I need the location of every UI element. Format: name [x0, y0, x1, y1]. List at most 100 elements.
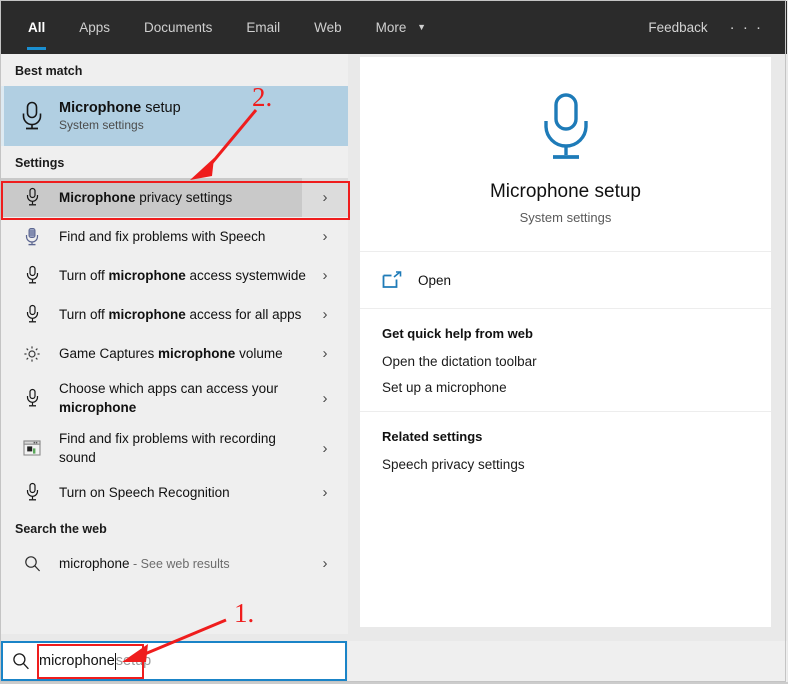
result-label-bold: microphone — [158, 346, 236, 361]
chevron-right-icon[interactable]: › — [302, 334, 348, 373]
chevron-right-icon[interactable]: › — [302, 373, 348, 423]
tab-all-label: All — [28, 20, 46, 35]
choose-apps-mic-access-row[interactable]: Choose which apps can access your microp… — [1, 373, 348, 423]
tab-documents[interactable]: Documents — [127, 1, 229, 54]
microphone-icon-large — [360, 91, 771, 163]
related-settings-section: Related settings Speech privacy settings — [360, 412, 771, 488]
preview-pane: Microphone setup System settings Open Ge… — [360, 57, 771, 627]
best-match-section-label: Best match — [15, 64, 83, 78]
results-pane: Best match Microphone setup System setti… — [1, 54, 348, 634]
best-match-subtitle: System settings — [59, 118, 144, 132]
header-actions: Feedback · · · — [636, 1, 777, 54]
best-match-title-rest: setup — [141, 100, 181, 116]
open-action-label: Open — [418, 272, 452, 288]
tab-more-label: More — [375, 20, 407, 35]
turn-off-mic-all-apps-row[interactable]: Turn off microphone access for all apps … — [1, 295, 348, 334]
tab-apps-label: Apps — [79, 20, 111, 35]
chevron-right-icon[interactable]: › — [302, 544, 348, 583]
preview-hero: Microphone setup System settings — [360, 57, 771, 251]
game-captures-mic-volume-row[interactable]: Game Captures microphone volume › — [1, 334, 348, 373]
tab-apps[interactable]: Apps — [62, 1, 127, 54]
chevron-right-icon[interactable]: › — [302, 217, 348, 256]
result-label-bold: microphone — [108, 268, 186, 283]
result-label: Turn off microphone access for all apps — [59, 305, 301, 324]
gear-icon — [15, 345, 49, 363]
result-label: Game Captures microphone volume — [59, 344, 283, 363]
turn-off-mic-systemwide-row[interactable]: Turn off microphone access systemwide › — [1, 256, 348, 295]
chevron-right-icon[interactable]: › — [302, 295, 348, 334]
quick-help-link-set-up-microphone[interactable]: Set up a microphone — [382, 380, 771, 395]
selection-accent-bar — [1, 86, 4, 146]
result-label: microphone - See web results — [59, 554, 230, 574]
result-label-prefix: Game Captures — [59, 346, 159, 361]
result-label-rest: privacy settings — [135, 190, 233, 205]
result-label: Choose which apps can access your microp… — [59, 379, 309, 417]
find-fix-speech-row[interactable]: Find and fix problems with Speech › — [1, 217, 348, 256]
microphone-icon — [15, 265, 49, 286]
find-fix-recording-sound-row[interactable]: Find and fix problems with recording sou… — [1, 423, 348, 473]
related-link-speech-privacy-settings[interactable]: Speech privacy settings — [382, 457, 771, 472]
web-result-suffix: - See web results — [129, 556, 230, 571]
microphone-icon — [15, 482, 49, 503]
result-label-rest: access systemwide — [185, 268, 306, 283]
window-dialog-icon — [15, 440, 49, 456]
result-label-bold: microphone — [59, 400, 137, 415]
filter-tabs: All Apps Documents Email Web More ▼ — [11, 1, 443, 54]
search-header: All Apps Documents Email Web More ▼ Feed… — [1, 1, 787, 54]
tab-web[interactable]: Web — [297, 1, 359, 54]
microphone-privacy-settings-row[interactable]: Microphone privacy settings › — [1, 178, 348, 217]
open-action-row[interactable]: Open — [360, 252, 771, 308]
tab-email-label: Email — [246, 20, 281, 35]
result-label: Turn on Speech Recognition — [59, 483, 230, 502]
best-match-title-bold: Microphone — [59, 100, 142, 116]
best-match-title: Microphone setup — [59, 100, 181, 116]
result-label-rest: Turn on Speech Recognition — [59, 485, 230, 500]
result-label: Microphone privacy settings — [59, 188, 232, 207]
chevron-right-icon[interactable]: › — [302, 473, 348, 512]
microphone-icon — [15, 388, 49, 409]
result-label-rest: volume — [235, 346, 283, 361]
search-window: All Apps Documents Email Web More ▼ Feed… — [0, 0, 788, 684]
result-label-rest: Find and fix problems with recording sou… — [59, 431, 276, 465]
search-input[interactable]: microphone setup — [39, 652, 152, 670]
microphone-icon — [15, 100, 49, 132]
tab-all[interactable]: All — [11, 1, 62, 54]
quick-help-heading: Get quick help from web — [382, 326, 533, 341]
result-label-bold: Microphone — [59, 190, 136, 205]
chevron-right-icon[interactable]: › — [302, 256, 348, 295]
result-label-bold: microphone — [108, 307, 186, 322]
result-label: Turn off microphone access systemwide — [59, 266, 306, 285]
tab-web-label: Web — [314, 20, 342, 35]
web-query-text: microphone — [59, 555, 130, 571]
search-icon — [15, 555, 49, 572]
troubleshoot-microphone-icon — [15, 227, 49, 247]
best-match-row[interactable]: Microphone setup System settings — [1, 86, 348, 146]
overflow-menu-icon[interactable]: · · · — [720, 19, 777, 36]
feedback-button[interactable]: Feedback — [636, 20, 719, 35]
search-web-result-row[interactable]: microphone - See web results › — [1, 544, 348, 583]
tab-documents-label: Documents — [144, 20, 213, 35]
result-label-rest: access for all apps — [185, 307, 302, 322]
search-inline-suggestion: setup — [115, 653, 152, 669]
tab-more[interactable]: More ▼ — [359, 1, 443, 54]
result-label-prefix: Turn off — [59, 268, 109, 283]
tab-email[interactable]: Email — [229, 1, 297, 54]
chevron-right-icon[interactable]: › — [302, 178, 348, 217]
preview-title: Microphone setup — [489, 181, 642, 202]
open-external-icon — [382, 271, 402, 289]
search-input-container[interactable]: microphone setup — [1, 641, 347, 681]
settings-section-label: Settings — [15, 156, 65, 170]
quick-help-link-dictation-toolbar[interactable]: Open the dictation toolbar — [382, 354, 771, 369]
result-label-rest: Find and fix problems with Speech — [59, 229, 266, 244]
related-settings-heading: Related settings — [382, 429, 483, 444]
turn-on-speech-recognition-row[interactable]: Turn on Speech Recognition › — [1, 473, 348, 512]
best-match-text: Microphone setup System settings — [59, 100, 181, 132]
taskbar-strip — [348, 641, 787, 682]
search-icon — [3, 652, 39, 670]
result-label-prefix: Choose which apps can access your — [59, 381, 279, 396]
microphone-icon — [15, 304, 49, 325]
search-web-section-label: Search the web — [15, 522, 107, 536]
result-label-prefix: Turn off — [59, 307, 109, 322]
quick-help-section: Get quick help from web Open the dictati… — [360, 309, 771, 411]
chevron-right-icon[interactable]: › — [302, 423, 348, 473]
